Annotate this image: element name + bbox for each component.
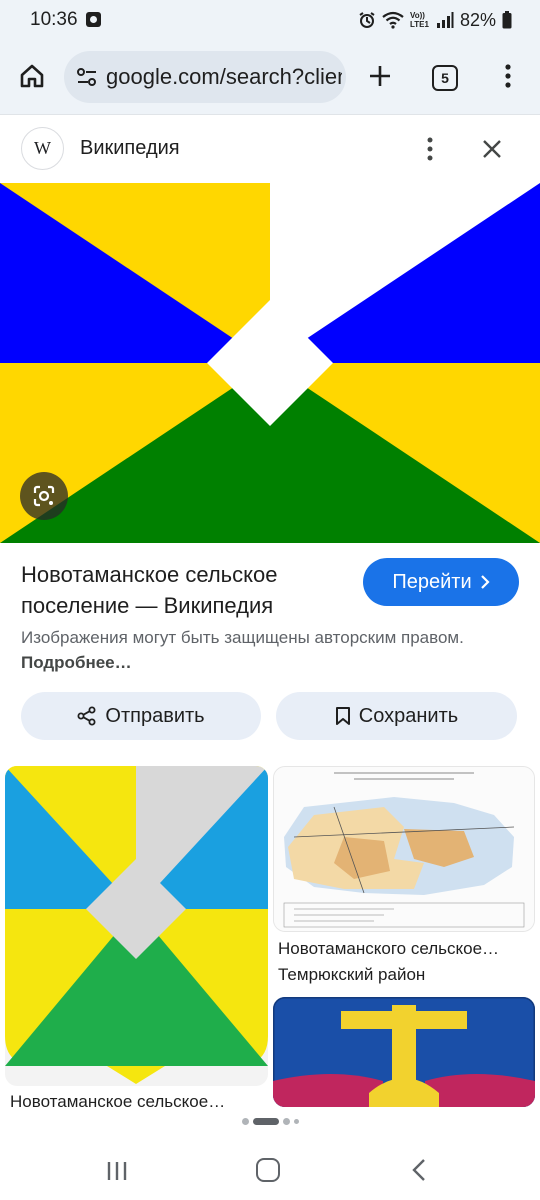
gallery-notification-icon (86, 12, 101, 27)
map-caption[interactable]: Новотаманского сельское… (278, 939, 534, 959)
status-time: 10:36 (30, 9, 78, 30)
shield-image (273, 997, 535, 1107)
wifi-icon (382, 11, 404, 29)
status-bar: 10:36 Vo)) LTE1 82% (0, 0, 540, 40)
tab-switcher-button[interactable]: 5 (432, 65, 458, 91)
wikipedia-logo[interactable]: W (21, 127, 64, 170)
copyright-notice: Изображения могут быть защищены авторски… (21, 625, 481, 675)
home-icon (20, 64, 44, 88)
google-lens-icon (33, 485, 55, 507)
more-vert-icon (505, 64, 511, 88)
related-image-shield[interactable] (273, 997, 535, 1107)
image-preview-panel: W Википедия Новотаманское сельское посел… (0, 114, 540, 1112)
flag-image[interactable] (0, 183, 540, 543)
share-button[interactable]: Отправить (21, 692, 261, 740)
browser-toolbar: google.com/search?client 5 (0, 40, 540, 114)
carousel-dot (293, 1118, 299, 1124)
related-image-coat-of-arms[interactable] (5, 766, 268, 1086)
system-navigation-bar (0, 1130, 540, 1200)
new-tab-button[interactable] (364, 60, 396, 92)
copyright-text: Изображения могут быть защищены авторски… (21, 628, 464, 647)
carousel-dot (282, 1117, 290, 1125)
share-label: Отправить (105, 704, 205, 727)
recent-apps-icon[interactable] (105, 1160, 129, 1182)
carousel-indicator (0, 1112, 540, 1130)
carousel-dot (241, 1117, 249, 1125)
browser-menu-button[interactable] (496, 60, 520, 92)
map-image (274, 767, 534, 931)
source-row: W Википедия (0, 115, 540, 183)
visit-label: Перейти (392, 570, 472, 593)
related-image-map[interactable] (273, 766, 535, 932)
share-icon (77, 706, 96, 726)
result-title[interactable]: Новотаманское сельское поселение — Викип… (21, 559, 341, 621)
chevron-right-icon (480, 575, 490, 589)
more-options-button[interactable] (418, 135, 442, 163)
address-bar[interactable]: google.com/search?client (64, 51, 346, 103)
battery-icon (502, 11, 512, 29)
plus-icon (370, 66, 390, 86)
volte-label: Vo)) LTE1 (409, 11, 429, 29)
close-button[interactable] (478, 135, 506, 163)
home-button[interactable] (14, 58, 50, 94)
learn-more-link[interactable]: Подробнее… (21, 653, 132, 672)
coat-of-arms-image (5, 766, 268, 1084)
google-lens-button[interactable] (20, 472, 68, 520)
url-text[interactable]: google.com/search?client (106, 64, 342, 90)
save-button[interactable]: Сохранить (276, 692, 517, 740)
signal-icon (436, 12, 454, 28)
bookmark-icon (335, 707, 350, 725)
source-name[interactable]: Википедия (80, 137, 180, 160)
home-nav-button[interactable] (256, 1158, 280, 1182)
alarm-icon (359, 12, 375, 28)
more-vert-icon (427, 137, 433, 161)
status-indicators: Vo)) LTE1 82% (358, 8, 512, 32)
close-icon (483, 140, 501, 158)
back-icon[interactable] (408, 1158, 432, 1182)
battery-percent: 82% (459, 9, 496, 30)
site-info-icon[interactable] (76, 66, 98, 88)
map-subcaption[interactable]: Темрюкский район (278, 965, 534, 985)
carousel-dot-active (252, 1117, 279, 1125)
save-label: Сохранить (358, 704, 459, 727)
coat-of-arms-caption[interactable]: Новотаманское сельское… (10, 1092, 266, 1112)
visit-button[interactable]: Перейти (363, 558, 519, 606)
